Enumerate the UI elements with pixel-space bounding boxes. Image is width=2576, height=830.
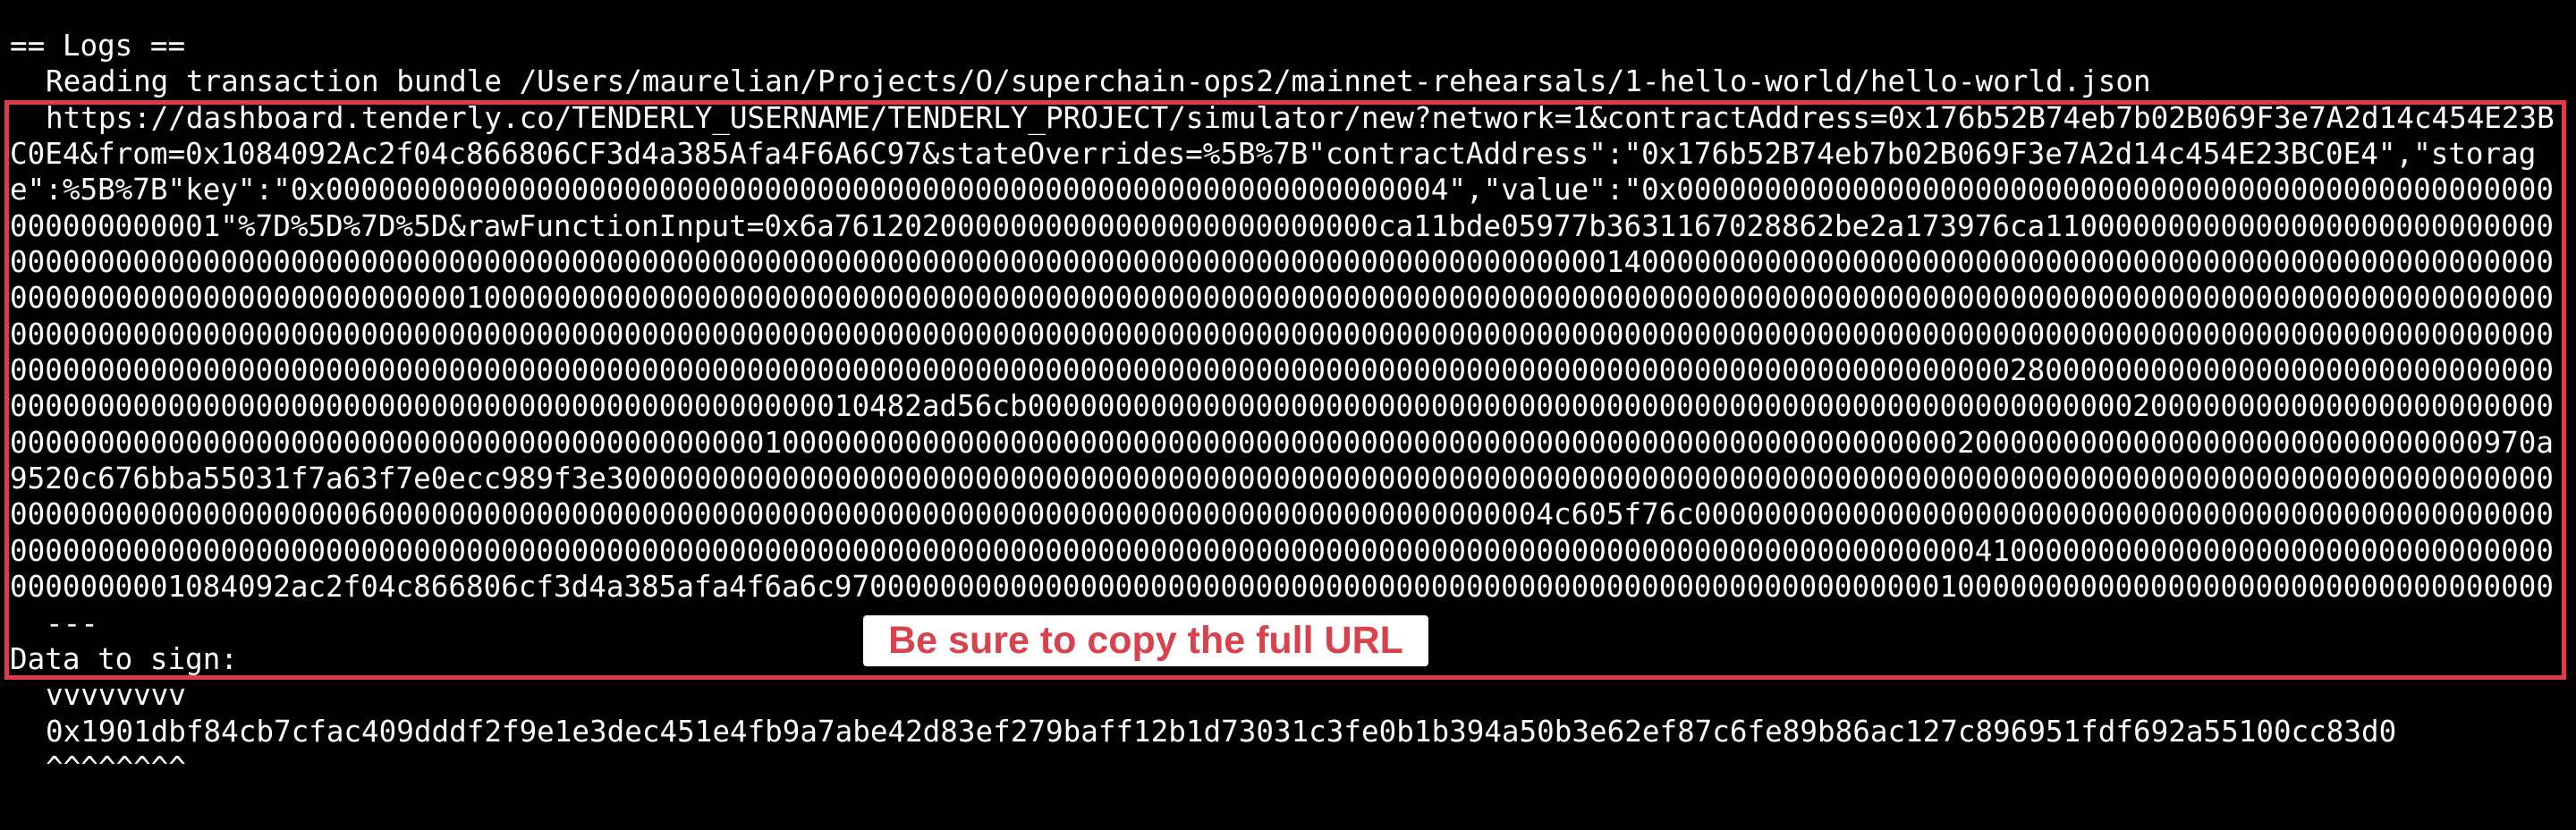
- annotation-label: Be sure to copy the full URL: [863, 615, 1428, 666]
- logs-header: == Logs ==: [10, 29, 186, 63]
- reading-bundle-line: Reading transaction bundle /Users/maurel…: [46, 64, 2151, 99]
- tenderly-simulation-url[interactable]: https://dashboard.tenderly.co/TENDERLY_U…: [10, 100, 2568, 606]
- data-to-sign-hash[interactable]: 0x1901dbf84cb7cfac409dddf2f9e1e3dec451e4…: [10, 714, 2568, 750]
- url-line-14: 84092ac2f04c866806cf3d4a385afa4f6a6c9700…: [202, 570, 2555, 605]
- url-line-1: https://dashboard.tenderly.co/TENDERLY_U…: [46, 100, 2520, 135]
- marker-bottom: ^^^^^^^^: [46, 750, 186, 784]
- terminal-output[interactable]: == Logs == Reading transaction bundle /U…: [10, 28, 2568, 785]
- marker-top: vvvvvvvv: [46, 678, 186, 713]
